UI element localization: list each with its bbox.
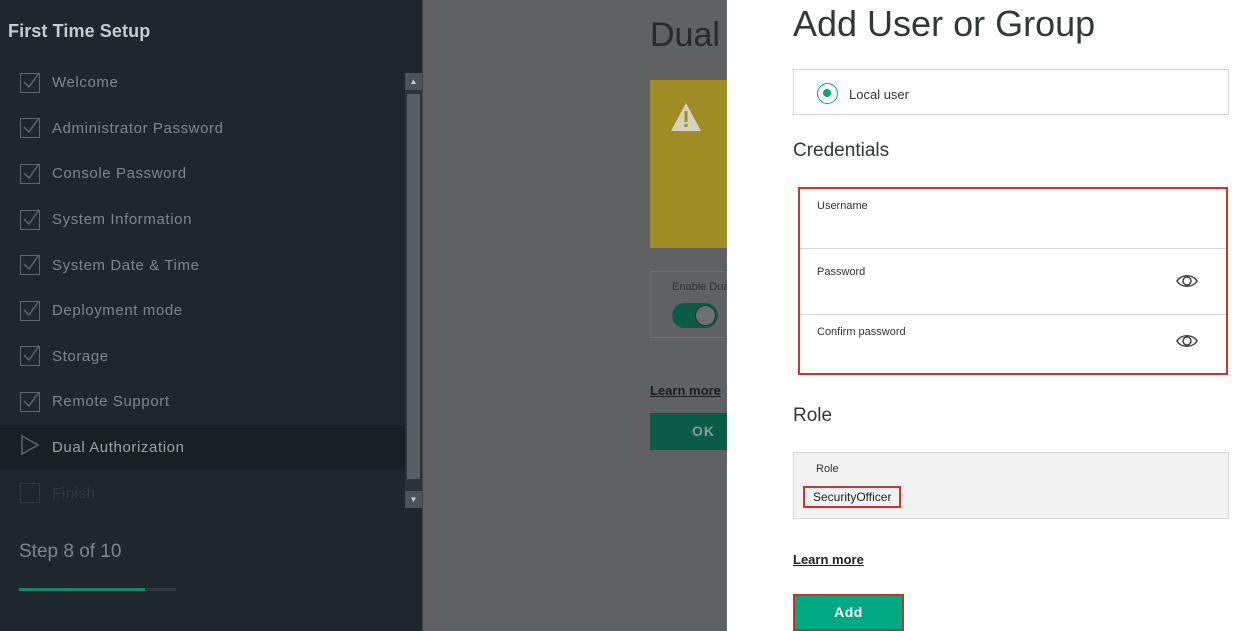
- checkbox-checked-icon: [20, 163, 40, 184]
- step-label: Deployment mode: [52, 302, 183, 320]
- checkbox-checked-icon: [20, 254, 40, 276]
- setup-sidebar: First Time Setup Welcome Administrator P…: [0, 0, 423, 631]
- step-label: Finish: [52, 484, 96, 502]
- step-console-password[interactable]: Console Password: [0, 151, 405, 197]
- confirm-password-field[interactable]: Confirm password: [800, 315, 1226, 375]
- step-label: Console Password: [52, 165, 187, 183]
- sidebar-scrollbar[interactable]: ▲ ▼: [405, 73, 422, 508]
- add-user-drawer: Add User or Group Local user Credentials…: [727, 0, 1235, 631]
- checkbox-checked-icon: [20, 117, 40, 139]
- sidebar-title: First Time Setup: [8, 21, 151, 41]
- step-label: System Date & Time: [52, 256, 200, 274]
- toggle-knob: [695, 305, 716, 326]
- step-finish[interactable]: Finish: [0, 470, 405, 516]
- password-field[interactable]: Password: [800, 255, 1226, 315]
- confirm-password-label: Confirm password: [817, 326, 906, 338]
- add-button[interactable]: Add: [793, 594, 904, 631]
- checkbox-unchecked-icon: [20, 483, 40, 504]
- warning-icon: [671, 103, 701, 131]
- username-label: Username: [817, 200, 868, 212]
- step-storage[interactable]: Storage: [0, 334, 405, 380]
- current-step-arrow-icon: [20, 434, 40, 461]
- step-label: Welcome: [52, 74, 119, 92]
- ok-button[interactable]: OK: [650, 413, 728, 450]
- scroll-thumb[interactable]: [407, 94, 420, 479]
- progress-fill: [19, 588, 145, 591]
- step-system-date-time[interactable]: System Date & Time: [0, 242, 405, 288]
- role-value: SecurityOfficer: [803, 486, 902, 508]
- role-field[interactable]: Role SecurityOfficer: [793, 452, 1229, 519]
- role-field-label: Role: [816, 463, 839, 475]
- checkbox-checked-icon: [20, 209, 40, 230]
- step-administrator-password[interactable]: Administrator Password: [0, 106, 405, 152]
- local-user-label[interactable]: Local user: [849, 87, 909, 102]
- background-page-overlay: Dual Enable Dua Learn more OK: [424, 0, 728, 631]
- role-heading: Role: [793, 405, 833, 426]
- local-user-radio[interactable]: [817, 83, 838, 104]
- step-label: System Information: [52, 211, 193, 229]
- scroll-up-arrow-icon[interactable]: ▲: [405, 73, 422, 90]
- checkbox-checked-icon: [20, 300, 40, 321]
- step-remote-support[interactable]: Remote Support: [0, 379, 405, 425]
- warning-banner: [650, 80, 728, 248]
- toggle-label: Enable Dua: [672, 281, 728, 293]
- step-label: Remote Support: [52, 393, 170, 411]
- password-label: Password: [817, 266, 866, 278]
- step-label: Dual Authorization: [52, 439, 185, 457]
- step-label: Storage: [52, 347, 109, 365]
- user-type-selector: Local user: [793, 69, 1229, 115]
- learn-more-link[interactable]: Learn more: [793, 552, 864, 567]
- credentials-heading: Credentials: [793, 140, 890, 161]
- learn-more-link[interactable]: Learn more: [650, 383, 721, 398]
- page-title: Dual: [650, 16, 720, 54]
- credentials-form: Username Password Confirm password: [798, 187, 1228, 375]
- drawer-title: Add User or Group: [793, 3, 1096, 44]
- scroll-down-arrow-icon[interactable]: ▼: [405, 491, 422, 508]
- setup-progress-bar: [19, 588, 176, 591]
- step-label: Administrator Password: [52, 119, 224, 137]
- step-system-information[interactable]: System Information: [0, 197, 405, 243]
- step-dual-authorization[interactable]: Dual Authorization: [0, 424, 405, 471]
- show-password-eye-icon[interactable]: [1176, 272, 1198, 295]
- checkbox-checked-icon: [20, 391, 40, 412]
- checkbox-checked-icon: [20, 72, 40, 93]
- show-confirm-password-eye-icon[interactable]: [1176, 332, 1198, 355]
- step-counter: Step 8 of 10: [19, 541, 122, 562]
- step-welcome[interactable]: Welcome: [0, 60, 405, 106]
- step-list: Welcome Administrator Password Console P…: [0, 60, 405, 516]
- username-field[interactable]: Username: [800, 189, 1226, 249]
- step-deployment-mode[interactable]: Deployment mode: [0, 288, 405, 334]
- checkbox-checked-icon: [20, 345, 40, 367]
- enable-dual-auth-toggle[interactable]: [672, 303, 718, 328]
